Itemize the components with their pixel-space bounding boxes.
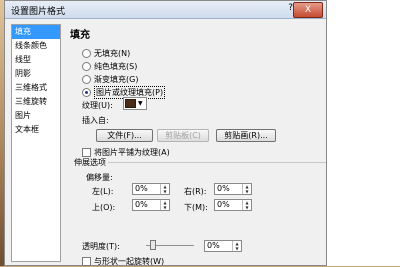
transparency-value: 0% (207, 241, 220, 250)
fill-panel: 填充 无填充(N) 纯色填充(S) 渐变填充(G) 图片或纹理填充(P) 纹理(… (68, 24, 326, 266)
desktop-background (327, 0, 400, 266)
rotate-with-shape-checkbox[interactable]: 与形状一起旋转(W) (82, 256, 164, 267)
title-bar: 设置图片格式 ? X (5, 1, 326, 19)
sidebar-item-3d-format[interactable]: 三维格式 (12, 81, 60, 95)
spin-arrows-icon[interactable]: ▲ ▼ (242, 184, 251, 194)
texture-swatch (125, 99, 136, 108)
radio-circle (82, 75, 91, 84)
radio-gradient-fill[interactable]: 渐变填充(G) (82, 74, 138, 85)
radio-label: 无填充(N) (94, 49, 131, 58)
file-button[interactable]: 文件(F)... (96, 129, 153, 142)
transparency-label: 透明度(T): (82, 242, 120, 251)
format-picture-dialog: 设置图片格式 ? X 填充 线条颜色 线型 阴影 三维格式 三维旋转 图片 文本… (4, 0, 327, 266)
offset-right-spinner[interactable]: 0% ▲ ▼ (214, 183, 252, 195)
offset-left-spinner[interactable]: 0% ▲ ▼ (132, 183, 170, 195)
radio-solid-fill[interactable]: 纯色填充(S) (82, 61, 137, 72)
radio-label: 渐变填充(G) (94, 75, 139, 84)
radio-circle-selected (82, 88, 91, 97)
offset-bottom-spinner[interactable]: 0% ▲ ▼ (214, 199, 252, 211)
offset-right-label: 右(R): (184, 187, 207, 196)
offset-bottom-value: 0% (217, 200, 230, 209)
transparency-slider-thumb[interactable] (150, 240, 156, 250)
clipart-button[interactable]: 剪贴画(R)... (216, 129, 276, 142)
spin-arrows-icon[interactable]: ▲ ▼ (160, 200, 169, 210)
checkbox-box (82, 148, 91, 157)
checkbox-box (82, 257, 91, 266)
offset-right-value: 0% (217, 184, 230, 193)
sidebar-item-3d-rotation[interactable]: 三维旋转 (12, 95, 60, 109)
spin-arrows-icon[interactable]: ▲ ▼ (242, 200, 251, 210)
panel-heading: 填充 (70, 30, 90, 41)
offset-left-label: 左(L): (92, 187, 114, 196)
sidebar-item-fill[interactable]: 填充 (12, 25, 60, 39)
spin-arrows-icon[interactable]: ▲ ▼ (160, 184, 169, 194)
offset-top-value: 0% (135, 200, 148, 209)
radio-circle (82, 62, 91, 71)
sidebar-item-line-style[interactable]: 线型 (12, 53, 60, 67)
sidebar-item-line-color[interactable]: 线条颜色 (12, 39, 60, 53)
offset-bottom-label: 下(M): (184, 203, 208, 212)
radio-label: 纯色填充(S) (94, 62, 138, 71)
spin-arrows-icon[interactable]: ▲ ▼ (232, 241, 241, 251)
chevron-down-icon: ▼ (138, 100, 143, 107)
group-caption: 伸展选项 (74, 157, 108, 168)
offset-left-value: 0% (135, 184, 148, 193)
offsets-label: 偏移量: (86, 173, 113, 182)
stretch-options-group: 伸展选项 (74, 157, 326, 235)
sidebar-item-picture[interactable]: 图片 (12, 109, 60, 123)
category-list: 填充 线条颜色 线型 阴影 三维格式 三维旋转 图片 文本框 (11, 24, 61, 262)
transparency-spinner[interactable]: 0% ▲ ▼ (204, 240, 242, 252)
radio-no-fill[interactable]: 无填充(N) (82, 48, 130, 59)
texture-label: 纹理(U): (82, 101, 113, 110)
sidebar-item-shadow[interactable]: 阴影 (12, 67, 60, 81)
offset-top-spinner[interactable]: 0% ▲ ▼ (132, 199, 170, 211)
checkbox-label: 与形状一起旋转(W) (94, 257, 165, 266)
radio-circle (82, 49, 91, 58)
offset-top-label: 上(O): (92, 203, 116, 212)
close-button[interactable]: X (293, 2, 323, 18)
clipboard-button[interactable]: 剪贴板(C) (157, 129, 209, 142)
dialog-title: 设置图片格式 (11, 7, 66, 17)
texture-dropdown[interactable]: ▼ (123, 97, 147, 110)
sidebar-item-text-box[interactable]: 文本框 (12, 123, 60, 137)
insert-from-label: 插入自: (82, 116, 109, 125)
